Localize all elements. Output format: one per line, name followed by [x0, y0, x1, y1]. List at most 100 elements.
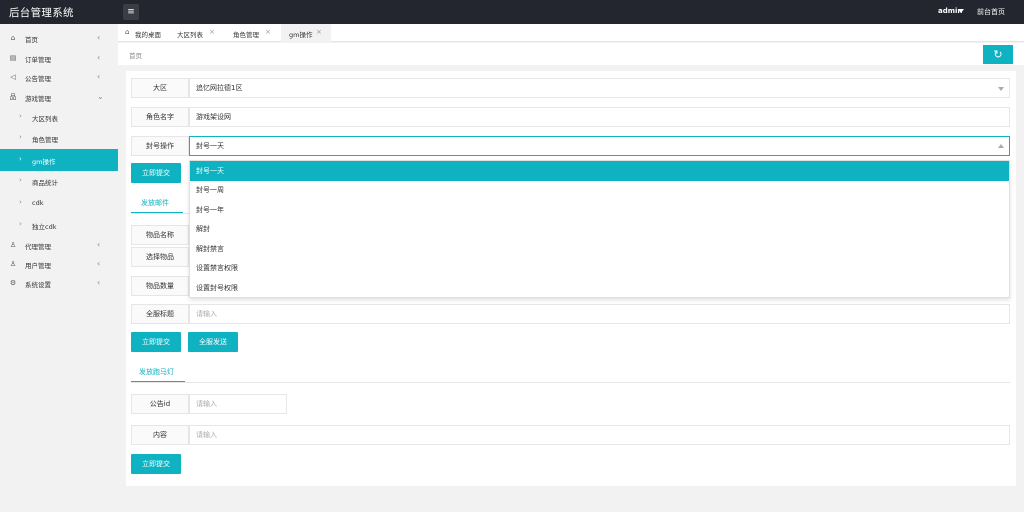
gm-submit-button[interactable]: 立即提交 — [131, 163, 181, 183]
tab-label: 大区列表 — [177, 31, 203, 39]
tab-label: gm操作 — [289, 31, 313, 39]
caret-up-icon — [998, 144, 1004, 148]
gear-icon: ⚙ — [9, 279, 17, 287]
sidebar-item-agents[interactable]: ♙ 代理管理 ‹ — [0, 235, 118, 255]
chevron-left-icon: ‹ — [97, 240, 101, 249]
app-logo-title: 后台管理系统 — [9, 7, 74, 19]
sidebar-item-home[interactable]: ⌂ 首页 ‹ — [0, 28, 118, 48]
breadcrumb-bar: 首页 ↻ — [118, 43, 1024, 65]
tab-role-manage[interactable]: 角色管理 × — [228, 24, 280, 42]
front-home-link[interactable]: 前台首页 — [977, 7, 1005, 17]
sidebar-item-label: cdk — [32, 199, 44, 207]
sidebar-item-label: 首页 — [25, 36, 38, 44]
dropdown-option[interactable]: 设置封号权限 — [190, 278, 1009, 298]
chevron-right-icon: › — [19, 112, 22, 120]
sidebar-item-role-manage[interactable]: › 角色管理 — [0, 128, 118, 148]
chevron-right-icon: › — [19, 133, 22, 141]
select-item-label: 选择物品 — [131, 247, 189, 267]
caret-down-icon[interactable] — [958, 9, 964, 13]
home-icon: ⌂ — [125, 28, 130, 36]
sidebar-item-cdk[interactable]: › cdk — [0, 193, 118, 213]
tab-send-mail[interactable]: 发放邮件 — [141, 198, 169, 208]
chevron-left-icon: ‹ — [97, 72, 101, 81]
sidebar-item-region-list[interactable]: › 大区列表 — [0, 107, 118, 127]
server-title-label: 全服标题 — [131, 304, 189, 324]
refresh-icon: ↻ — [993, 48, 1003, 61]
sidebar-item-label: 大区列表 — [32, 115, 58, 123]
ban-op-dropdown: 封号一天 封号一周 封号一年 解封 解封禁言 设置禁言权限 设置封号权限 — [189, 160, 1010, 298]
notice-id-label: 公告id — [131, 394, 189, 414]
menu-toggle-button[interactable]: ≡ — [123, 4, 139, 20]
sidebar-item-product-stats[interactable]: › 商品统计 — [0, 171, 118, 191]
tab-marquee[interactable]: 发放跑马灯 — [139, 367, 174, 377]
dropdown-option[interactable]: 解封 — [190, 220, 1009, 240]
sidebar-item-games[interactable]: 品 游戏管理 ⌄ — [0, 87, 118, 107]
mail-submit-button[interactable]: 立即提交 — [131, 332, 181, 352]
sidebar-item-label: 游戏管理 — [25, 95, 51, 103]
role-name-input[interactable]: 游戏架设网 — [189, 107, 1010, 127]
user-icon: ♙ — [9, 260, 17, 268]
sidebar-item-label: 订单管理 — [25, 56, 51, 64]
chevron-right-icon: › — [19, 198, 22, 206]
sidebar-item-label: 用户管理 — [25, 262, 51, 270]
chevron-left-icon: ‹ — [97, 259, 101, 268]
sidebar-item-label: 角色管理 — [32, 136, 58, 144]
item-name-label: 物品名称 — [131, 225, 189, 245]
tab-bar: ⌂ 我的桌面 大区列表 × 角色管理 × gm操作 × — [118, 24, 1024, 42]
sidebar-item-settings[interactable]: ⚙ 系统设置 ‹ — [0, 273, 118, 293]
close-icon[interactable]: × — [265, 28, 271, 36]
sidebar-item-orders[interactable]: ▤ 订单管理 ‹ — [0, 48, 118, 68]
server-title-input[interactable]: 请输入 — [189, 304, 1010, 324]
ban-op-select-value: 封号一天 — [196, 142, 224, 150]
section-divider — [131, 382, 1010, 383]
tab-label: 角色管理 — [233, 31, 259, 39]
region-label: 大区 — [131, 78, 189, 98]
chevron-down-icon: ⌄ — [97, 92, 104, 101]
role-name-label: 角色名字 — [131, 107, 189, 127]
sidebar-item-standalone-cdk[interactable]: › 独立cdk — [0, 215, 118, 235]
dropdown-option[interactable]: 封号一天 — [190, 161, 1009, 181]
content-label: 内容 — [131, 425, 189, 445]
dropdown-option[interactable]: 封号一年 — [190, 200, 1009, 220]
region-select[interactable]: 追忆网拉德1区 — [189, 78, 1010, 98]
content-input[interactable]: 请输入 — [189, 425, 1010, 445]
marquee-submit-button[interactable]: 立即提交 — [131, 454, 181, 474]
notice-id-input[interactable]: 请输入 — [189, 394, 287, 414]
tab-region-list[interactable]: 大区列表 × — [173, 24, 225, 42]
caret-down-icon — [998, 87, 1004, 91]
chevron-right-icon: › — [19, 155, 22, 163]
chevron-left-icon: ‹ — [97, 53, 101, 62]
chevron-left-icon: ‹ — [97, 33, 101, 42]
sidebar-item-label: gm操作 — [32, 158, 56, 166]
agent-icon: ♙ — [9, 241, 17, 249]
ban-op-select[interactable]: 封号一天 — [189, 136, 1010, 156]
item-qty-label: 物品数量 — [131, 276, 189, 296]
sidebar-item-label: 系统设置 — [25, 281, 51, 289]
sidebar-item-label: 代理管理 — [25, 243, 51, 251]
hamburger-icon: ≡ — [127, 6, 135, 17]
chevron-right-icon: › — [19, 176, 22, 184]
region-select-value: 追忆网拉德1区 — [196, 84, 243, 92]
ban-op-label: 封号操作 — [131, 136, 189, 156]
close-icon[interactable]: × — [316, 28, 322, 36]
dropdown-option[interactable]: 解封禁言 — [190, 239, 1009, 259]
close-icon[interactable]: × — [209, 28, 215, 36]
order-icon: ▤ — [9, 54, 17, 62]
sidebar-item-users[interactable]: ♙ 用户管理 ‹ — [0, 254, 118, 274]
refresh-button[interactable]: ↻ — [983, 45, 1013, 64]
speaker-icon: ◁ — [10, 73, 16, 81]
top-header: 后台管理系统 ≡ admin 前台首页 — [0, 0, 1024, 24]
sidebar-item-notices[interactable]: ◁ 公告管理 ‹ — [0, 67, 118, 87]
tab-gm[interactable]: gm操作 × — [281, 24, 331, 42]
sidebar: ⌂ 首页 ‹ ▤ 订单管理 ‹ ◁ 公告管理 ‹ 品 游戏管理 ⌄ › 大区列表… — [0, 24, 118, 512]
tab-desktop[interactable]: ⌂ 我的桌面 — [118, 24, 170, 42]
tab-label: 我的桌面 — [135, 31, 161, 39]
chevron-left-icon: ‹ — [97, 278, 101, 287]
sidebar-item-label: 公告管理 — [25, 75, 51, 83]
sidebar-item-gm[interactable]: › gm操作 — [0, 149, 118, 171]
breadcrumb[interactable]: 首页 — [129, 50, 142, 60]
dropdown-option[interactable]: 封号一周 — [190, 181, 1009, 201]
dropdown-option[interactable]: 设置禁言权限 — [190, 259, 1009, 279]
send-all-button[interactable]: 全服发送 — [188, 332, 238, 352]
sitemap-icon: 品 — [9, 93, 17, 101]
